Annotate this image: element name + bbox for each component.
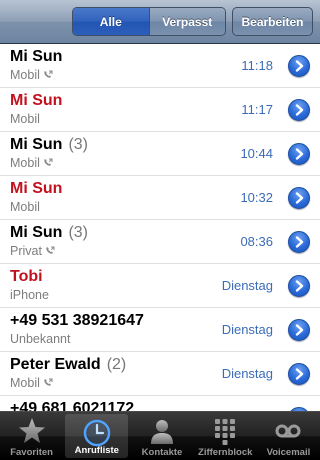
- caller-name: Mi Sun (3): [10, 136, 88, 154]
- call-type-label: Mobil: [10, 376, 40, 390]
- chevron-right-icon: [295, 324, 304, 336]
- call-type-label: Mobil: [10, 68, 40, 82]
- call-count: (2): [106, 356, 127, 373]
- call-type-label: Mobil: [10, 112, 40, 126]
- caller-name-text: Mi Sun: [10, 92, 63, 109]
- caller-name-text: Peter Ewald: [10, 356, 101, 373]
- call-row[interactable]: Mi Sun (3) Privat 08:36: [0, 220, 320, 264]
- outgoing-call-icon: [43, 378, 53, 390]
- call-row[interactable]: Mi Sun Mobil 11:17: [0, 88, 320, 132]
- call-time: 10:44: [240, 146, 273, 161]
- detail-disclosure-button[interactable]: [288, 319, 310, 341]
- call-row[interactable]: Peter Ewald (2) Mobil Dienstag: [0, 352, 320, 396]
- tab-favorites[interactable]: Favoriten: [0, 412, 63, 460]
- caller-name-text: Mi Sun: [10, 224, 63, 241]
- caller-name-text: Mi Sun: [10, 48, 63, 65]
- call-type-label: Privat: [10, 244, 42, 258]
- filter-segmented-control: Alle Verpasst: [72, 7, 226, 36]
- call-time: Dienstag: [221, 278, 273, 293]
- edit-button[interactable]: Bearbeiten: [232, 7, 313, 36]
- tab-recents[interactable]: Anrufliste: [65, 414, 129, 458]
- tab-label: Voicemail: [266, 447, 311, 458]
- caller-name: Mi Sun: [10, 180, 62, 198]
- call-type: Mobil: [10, 200, 40, 214]
- tab-label: Anrufliste: [74, 445, 119, 456]
- chevron-right-icon: [295, 148, 304, 160]
- call-type-label: Unbekannt: [10, 332, 71, 346]
- clock-icon: [83, 419, 111, 447]
- chevron-right-icon: [295, 60, 304, 72]
- segment-missed[interactable]: Verpasst: [148, 8, 225, 35]
- detail-disclosure-button[interactable]: [288, 231, 310, 253]
- caller-name: Tobi: [10, 268, 43, 286]
- detail-disclosure-button[interactable]: [288, 99, 310, 121]
- caller-name: Peter Ewald (2): [10, 356, 126, 374]
- call-count: (3): [68, 224, 88, 241]
- tab-label: Favoriten: [10, 447, 53, 458]
- outgoing-call-icon: [43, 158, 53, 170]
- call-count: (3): [68, 136, 88, 153]
- detail-disclosure-button[interactable]: [288, 363, 310, 385]
- keypad-icon: [215, 419, 236, 445]
- call-time: Dienstag: [221, 366, 273, 381]
- outgoing-call-icon: [45, 246, 55, 258]
- call-time: 08:36: [240, 234, 273, 249]
- call-type-label: iPhone: [10, 288, 49, 302]
- call-type-label: Mobil: [10, 156, 40, 170]
- tab-label: Kontakte: [141, 447, 183, 458]
- detail-disclosure-button[interactable]: [288, 187, 310, 209]
- detail-disclosure-button[interactable]: [288, 55, 310, 77]
- call-time: 10:32: [240, 190, 273, 205]
- star-icon: [18, 418, 45, 443]
- call-type: Mobil: [10, 376, 53, 390]
- tab-contacts[interactable]: Kontakte: [130, 412, 193, 460]
- call-type-label: Mobil: [10, 200, 40, 214]
- caller-name-text: Mi Sun: [10, 136, 63, 153]
- segment-all[interactable]: Alle: [73, 8, 149, 35]
- call-row[interactable]: +49 681 6021172: [0, 396, 320, 411]
- chevron-right-icon: [295, 104, 304, 116]
- call-time: 11:18: [241, 58, 273, 73]
- tab-bar: Favoriten Anrufliste Kontakte Ziffernblo…: [0, 411, 320, 460]
- call-type: Mobil: [10, 156, 53, 170]
- chevron-right-icon: [295, 368, 304, 380]
- call-row[interactable]: Mi Sun Mobil 10:32: [0, 176, 320, 220]
- chevron-right-icon: [295, 236, 304, 248]
- detail-disclosure-button[interactable]: [288, 143, 310, 165]
- chevron-right-icon: [295, 280, 304, 292]
- call-row[interactable]: Mi Sun (3) Mobil 10:44: [0, 132, 320, 176]
- call-type: Mobil: [10, 112, 40, 126]
- contact-icon: [151, 420, 173, 444]
- voicemail-icon: [275, 424, 301, 438]
- chevron-right-icon: [295, 192, 304, 204]
- caller-name: Mi Sun: [10, 48, 62, 66]
- caller-name: Mi Sun (3): [10, 224, 88, 242]
- tab-label: Ziffernblock: [198, 447, 253, 458]
- caller-name-text: +49 681 6021172: [10, 400, 135, 411]
- call-row[interactable]: Tobi iPhone Dienstag: [0, 264, 320, 308]
- tab-voicemail[interactable]: Voicemail: [257, 412, 320, 460]
- tab-keypad[interactable]: Ziffernblock: [194, 412, 257, 460]
- detail-disclosure-button[interactable]: [288, 275, 310, 297]
- recents-list[interactable]: Mi Sun Mobil 11:18 Mi Sun Mobil 11:17 Mi Sun (3…: [0, 44, 320, 411]
- caller-name: Mi Sun: [10, 92, 62, 110]
- caller-name-text: +49 531 38921647: [10, 312, 144, 329]
- navigation-bar: Alle Verpasst Bearbeiten: [0, 0, 320, 44]
- call-row[interactable]: +49 531 38921647 Unbekannt Dienstag: [0, 308, 320, 352]
- caller-name-text: Mi Sun: [10, 180, 63, 197]
- caller-name-text: Tobi: [10, 268, 43, 285]
- call-time: Dienstag: [221, 322, 273, 337]
- outgoing-call-icon: [43, 70, 53, 82]
- call-type: iPhone: [10, 288, 49, 302]
- call-row[interactable]: Mi Sun Mobil 11:18: [0, 44, 320, 88]
- caller-name: +49 531 38921647: [10, 312, 144, 330]
- call-type: Privat: [10, 244, 55, 258]
- call-type: Unbekannt: [10, 332, 70, 346]
- call-time: 11:17: [241, 102, 273, 117]
- caller-name: +49 681 6021172: [10, 400, 134, 411]
- call-type: Mobil: [10, 68, 53, 82]
